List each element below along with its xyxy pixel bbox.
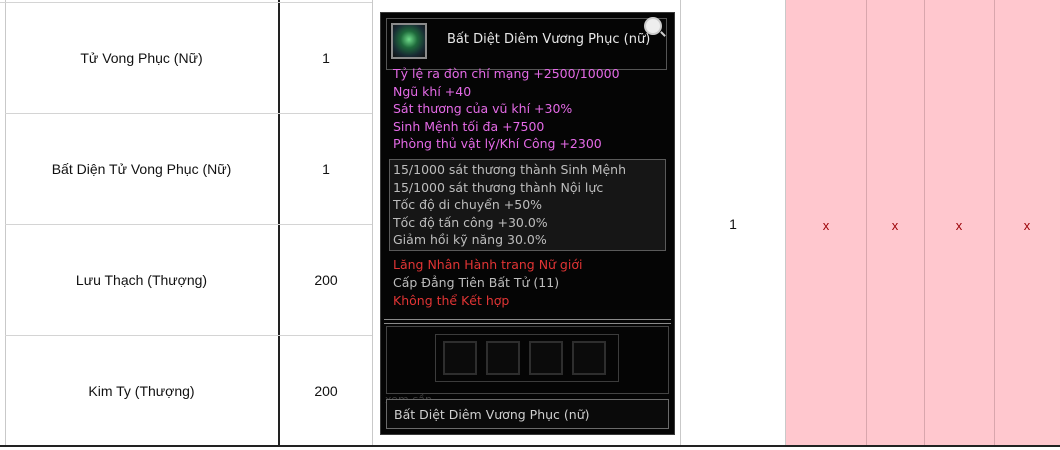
stat-line-2: Ngũ khí +40 — [393, 83, 472, 99]
material-qty-4: 200 — [314, 382, 338, 399]
effect-line-4: Tốc độ tấn công +30.0% — [393, 214, 548, 230]
divider — [384, 319, 671, 324]
grid-line — [372, 0, 373, 447]
socket-slot-2[interactable] — [486, 341, 520, 375]
stat-line-1: Tỷ lệ ra đòn chí mạng +2500/10000 — [393, 66, 620, 81]
effect-line-5: Giảm hồi kỹ năng 30.0% — [393, 232, 547, 248]
effect-line-3: Tốc độ di chuyển +50% — [393, 197, 543, 213]
effect-line-1: 15/1000 sát thương thành Sinh Mệnh — [393, 162, 627, 177]
mark-2: x — [891, 217, 899, 233]
mark-4: x — [1023, 217, 1031, 233]
material-name-1: Tử Vong Phục (Nữ) — [80, 50, 203, 66]
material-qty-1: 1 — [322, 50, 330, 66]
stat-line-5: Phòng thủ vật lý/Khí Công +2300 — [393, 136, 602, 152]
result-qty: 1 — [729, 215, 737, 232]
socket-slot-4[interactable] — [572, 341, 606, 375]
no-combine-note: Không thể Kết hợp — [393, 293, 510, 308]
gender-requirement: Lăng Nhân Hành trang Nữ giới — [393, 257, 583, 272]
material-name-2: Bất Diện Tử Vong Phục (Nữ) — [51, 161, 232, 177]
bottom-item-name: Bất Diệt Diêm Vương Phục (nữ) — [394, 407, 590, 422]
item-tooltip: Bất Diệt Diêm Vương Phục (nữ) Tỷ lệ ra đ… — [380, 12, 675, 435]
material-name-4: Kim Ty (Thượng) — [88, 382, 195, 399]
material-name-3: Lưu Thạch (Thượng) — [75, 272, 208, 288]
level-requirement: Cấp Đẳng Tiên Bất Tử (11) — [393, 275, 560, 290]
mark-1: x — [822, 217, 830, 233]
effect-line-2: 15/1000 sát thương thành Nội lực — [393, 179, 604, 195]
armor-item-icon — [391, 23, 427, 59]
socket-slot-3[interactable] — [529, 341, 563, 375]
socket-slot-1[interactable] — [443, 341, 477, 375]
material-qty-3: 200 — [314, 272, 338, 288]
mark-3: x — [955, 217, 963, 233]
stat-line-3: Sát thương của vũ khí +30% — [393, 101, 573, 117]
item-title: Bất Diệt Diêm Vương Phục (nữ) — [447, 32, 651, 47]
stat-line-4: Sinh Mệnh tối đa +7500 — [393, 118, 545, 134]
material-qty-2: 1 — [322, 161, 330, 177]
